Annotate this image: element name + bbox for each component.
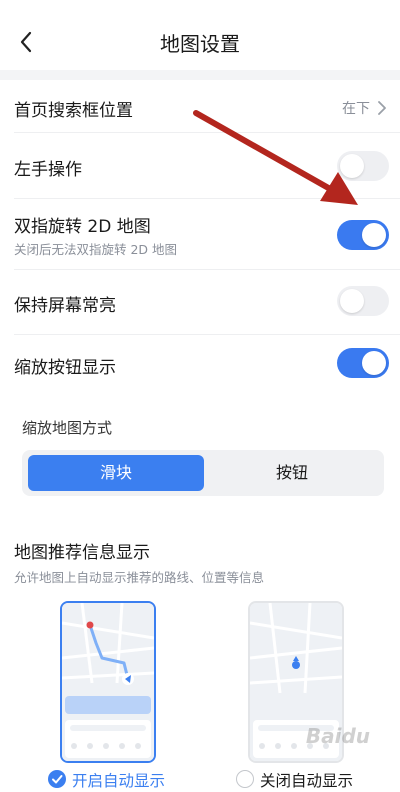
setting-label: 保持屏幕常亮 xyxy=(14,296,116,316)
radio-label: 开启自动显示 xyxy=(72,772,166,790)
setting-row-screen-on: 保持屏幕常亮 xyxy=(0,270,400,334)
setting-label: 双指旋转 2D 地图 xyxy=(14,217,151,237)
chevron-right-icon xyxy=(378,101,386,115)
setting-row-rotate-2d: 双指旋转 2D 地图 关闭后无法双指旋转 2D 地图 xyxy=(0,199,400,269)
toggle-knob xyxy=(340,289,364,313)
zoom-mode-segmented-control: 滑块 按钮 xyxy=(22,450,384,496)
setting-label: 缩放按钮显示 xyxy=(14,358,116,378)
map-preview-on xyxy=(62,603,154,761)
page-title: 地图设置 xyxy=(160,32,240,56)
recommend-description: 允许地图上自动显示推荐的路线、位置等信息 xyxy=(14,570,265,585)
rotate-2d-toggle[interactable] xyxy=(337,220,389,250)
radio-unchecked-icon xyxy=(236,770,254,788)
screen-on-toggle[interactable] xyxy=(337,286,389,316)
toggle-knob xyxy=(362,223,386,247)
setting-label: 左手操作 xyxy=(14,160,82,180)
zoom-mode-button-option[interactable]: 按钮 xyxy=(206,455,378,491)
toggle-knob xyxy=(340,154,364,178)
header: 地图设置 xyxy=(0,0,400,70)
zoom-buttons-toggle[interactable] xyxy=(337,348,389,378)
recommend-title: 地图推荐信息显示 xyxy=(14,543,150,563)
setting-value: 在下 xyxy=(342,101,370,117)
section-gap xyxy=(0,70,400,80)
zoom-mode-label: 缩放地图方式 xyxy=(22,419,113,437)
recommend-on-preview-card[interactable] xyxy=(60,601,156,763)
setting-description: 关闭后无法双指旋转 2D 地图 xyxy=(14,242,178,257)
setting-row-search-box[interactable]: 首页搜索框位置 在下 xyxy=(0,80,400,132)
setting-label: 首页搜索框位置 xyxy=(14,101,133,121)
radio-checked-icon xyxy=(48,770,66,788)
toggle-knob xyxy=(362,351,386,375)
radio-label: 关闭自动显示 xyxy=(260,772,354,790)
setting-row-zoom-buttons: 缩放按钮显示 xyxy=(0,335,400,395)
watermark: Baidu xyxy=(305,724,370,748)
zoom-mode-slider-option[interactable]: 滑块 xyxy=(28,455,204,491)
left-hand-toggle[interactable] xyxy=(337,151,389,181)
setting-row-left-hand: 左手操作 xyxy=(0,133,400,198)
